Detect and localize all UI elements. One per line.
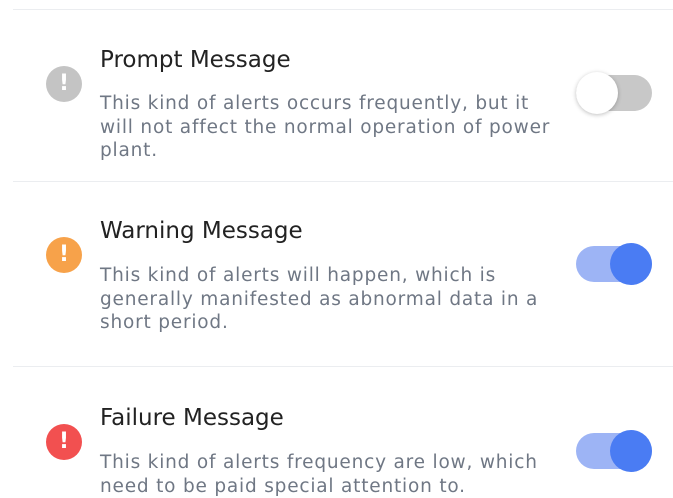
info-exclamation-icon: ! (46, 66, 82, 102)
error-exclamation-icon: ! (46, 424, 82, 460)
top-divider (13, 9, 673, 10)
toggle-knob (576, 72, 618, 114)
failure-description: This kind of alerts frequency are low, w… (100, 452, 538, 497)
toggle-knob (610, 243, 652, 285)
warning-toggle[interactable] (576, 243, 652, 285)
failure-title: Failure Message (100, 405, 284, 431)
warning-description: This kind of alerts will happen, which i… (100, 265, 539, 333)
warning-title: Warning Message (100, 218, 303, 244)
failure-toggle[interactable] (576, 430, 652, 472)
divider (13, 181, 673, 182)
prompt-title: Prompt Message (100, 47, 291, 73)
warning-exclamation-icon: ! (46, 237, 82, 273)
prompt-toggle[interactable] (576, 72, 652, 114)
toggle-knob (610, 430, 652, 472)
divider (13, 366, 673, 367)
prompt-description: This kind of alerts occurs frequently, b… (100, 93, 551, 161)
